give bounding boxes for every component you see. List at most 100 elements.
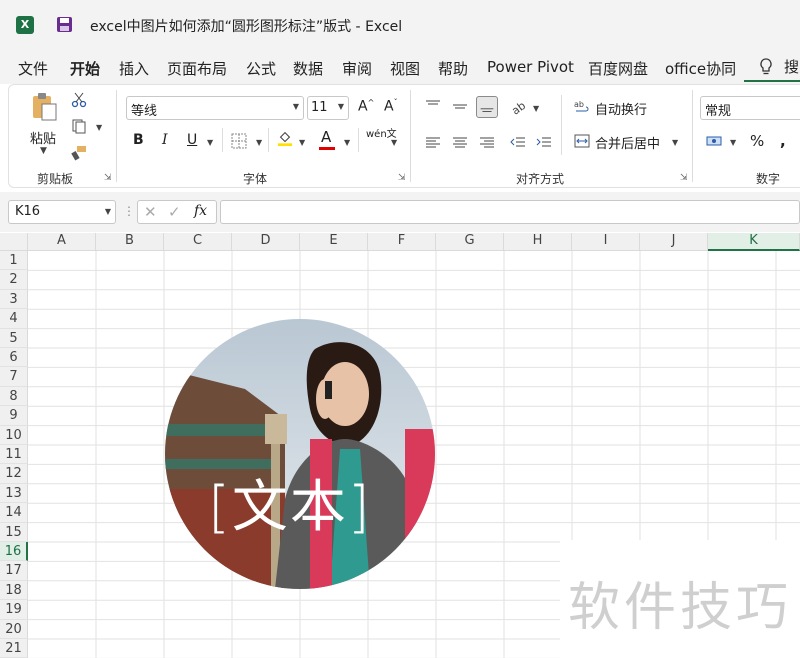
align-bottom-icon[interactable] [476, 96, 498, 118]
chevron-down-icon[interactable]: ▼ [299, 138, 305, 147]
align-middle-icon[interactable] [449, 96, 471, 118]
accounting-format-icon[interactable] [706, 133, 722, 149]
column-header-a[interactable]: A [28, 233, 96, 251]
column-header-e[interactable]: E [300, 233, 368, 251]
paste-button[interactable]: 粘贴 [30, 128, 56, 147]
chevron-down-icon[interactable]: ▼ [672, 138, 678, 147]
tab-baidu-netdisk[interactable]: 百度网盘 [588, 58, 648, 79]
wrap-text-icon[interactable]: ab [574, 99, 590, 115]
row-header-11[interactable]: 11 [0, 445, 28, 465]
chevron-down-icon[interactable]: ▼ [96, 123, 102, 132]
row-header-12[interactable]: 12 [0, 464, 28, 484]
save-icon[interactable] [56, 16, 73, 33]
chevron-down-icon[interactable]: ▼ [256, 138, 262, 147]
underline-button[interactable]: U [187, 132, 197, 148]
font-size-select[interactable]: 11 ▼ [307, 96, 349, 120]
row-header-8[interactable]: 8 [0, 386, 28, 407]
chevron-down-icon[interactable]: ▼ [730, 138, 736, 147]
more-options-icon[interactable]: ⋮ [123, 204, 135, 218]
cut-icon[interactable] [71, 92, 87, 108]
chevron-down-icon[interactable]: ▼ [391, 138, 397, 147]
row-header-6[interactable]: 6 [0, 348, 28, 368]
tab-insert[interactable]: 插入 [119, 58, 149, 79]
column-header-j[interactable]: J [640, 233, 708, 251]
align-left-icon[interactable] [422, 131, 444, 153]
select-all-corner[interactable] [0, 233, 28, 251]
align-right-icon[interactable] [476, 131, 498, 153]
format-painter-icon[interactable] [71, 145, 87, 161]
wrap-text-button[interactable]: 自动换行 [595, 99, 647, 118]
cancel-icon[interactable]: ✕ [144, 203, 157, 221]
column-header-d[interactable]: D [232, 233, 300, 251]
row-header-15[interactable]: 15 [0, 522, 28, 542]
tab-page-layout[interactable]: 页面布局 [167, 58, 227, 79]
row-header-13[interactable]: 13 [0, 483, 28, 504]
row-header-4[interactable]: 4 [0, 309, 28, 329]
row-header-3[interactable]: 3 [0, 289, 28, 310]
row-header-9[interactable]: 9 [0, 406, 28, 426]
formula-input[interactable] [220, 200, 800, 224]
row-header-17[interactable]: 17 [0, 561, 28, 581]
tell-me-search[interactable]: 搜 [784, 56, 799, 77]
row-header-5[interactable]: 5 [0, 328, 28, 348]
tab-help[interactable]: 帮助 [438, 58, 468, 79]
circle-photo[interactable] [165, 319, 435, 589]
chevron-down-icon[interactable]: ▼ [40, 146, 47, 156]
tab-review[interactable]: 审阅 [342, 58, 372, 79]
tab-view[interactable]: 视图 [390, 58, 420, 79]
annotation-text[interactable]: [文本] [208, 462, 372, 543]
paste-icon[interactable] [30, 92, 58, 122]
chevron-down-icon[interactable]: ▼ [344, 138, 350, 147]
dialog-launcher-icon[interactable]: ⇲ [104, 173, 112, 183]
align-top-icon[interactable] [422, 96, 444, 118]
chevron-down-icon[interactable]: ▼ [207, 138, 213, 147]
row-header-10[interactable]: 10 [0, 425, 28, 445]
number-format-select[interactable]: 常规 [700, 96, 800, 120]
bold-button[interactable]: B [133, 132, 144, 148]
tab-office-collab[interactable]: office协同 [665, 58, 736, 79]
comma-style-button[interactable]: , [780, 132, 786, 150]
column-header-f[interactable]: F [368, 233, 436, 251]
tab-formulas[interactable]: 公式 [246, 58, 276, 79]
decrease-font-size-button[interactable]: Aˇ [384, 98, 398, 115]
font-name-select[interactable]: 等线 ▼ [126, 96, 304, 120]
dialog-launcher-icon[interactable]: ⇲ [398, 173, 406, 183]
tab-file[interactable]: 文件 [18, 58, 48, 79]
row-header-20[interactable]: 20 [0, 619, 28, 639]
merge-center-icon[interactable] [574, 133, 590, 149]
increase-indent-icon[interactable] [533, 131, 555, 153]
row-header-7[interactable]: 7 [0, 367, 28, 387]
row-header-2[interactable]: 2 [0, 270, 28, 290]
fill-color-icon[interactable] [277, 130, 293, 146]
column-header-g[interactable]: G [436, 233, 504, 251]
orientation-icon[interactable]: ab [507, 96, 529, 118]
row-header-16[interactable]: 16 [0, 542, 28, 562]
copy-icon[interactable] [71, 118, 87, 134]
row-header-1[interactable]: 1 [0, 251, 28, 271]
increase-font-size-button[interactable]: A^ [358, 98, 374, 115]
row-header-14[interactable]: 14 [0, 503, 28, 523]
insert-function-button[interactable]: fx [194, 203, 207, 219]
enter-icon[interactable]: ✓ [168, 203, 181, 221]
chevron-down-icon[interactable]: ▼ [533, 104, 539, 113]
align-center-icon[interactable] [449, 131, 471, 153]
tab-power-pivot[interactable]: Power Pivot [487, 58, 574, 76]
row-header-18[interactable]: 18 [0, 580, 28, 601]
merge-center-button[interactable]: 合并后居中 [595, 133, 660, 152]
row-header-21[interactable]: 21 [0, 639, 28, 658]
decrease-indent-icon[interactable] [507, 131, 529, 153]
italic-button[interactable]: I [162, 132, 168, 148]
name-box[interactable]: K16 ▼ [8, 200, 116, 224]
dialog-launcher-icon[interactable]: ⇲ [680, 173, 688, 183]
column-header-h[interactable]: H [504, 233, 572, 251]
column-header-c[interactable]: C [164, 233, 232, 251]
font-color-button[interactable]: A [321, 128, 331, 146]
borders-icon[interactable] [231, 133, 247, 149]
lightbulb-icon[interactable] [758, 57, 774, 77]
column-header-i[interactable]: I [572, 233, 640, 251]
column-header-b[interactable]: B [96, 233, 164, 251]
percent-style-button[interactable]: % [750, 132, 764, 150]
column-header-k[interactable]: K [708, 233, 800, 251]
tab-home[interactable]: 开始 [70, 58, 100, 79]
tab-data[interactable]: 数据 [293, 58, 323, 79]
